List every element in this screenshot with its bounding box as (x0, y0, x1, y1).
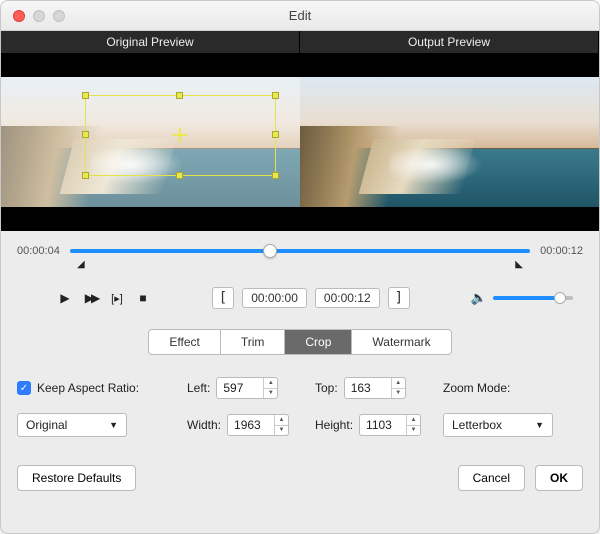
ok-button[interactable]: OK (535, 465, 583, 491)
crop-handle-tr[interactable] (272, 92, 279, 99)
height-input[interactable]: 1103 ▲▼ (359, 414, 421, 436)
chevron-down-icon: ▼ (109, 420, 118, 430)
in-time[interactable]: 00:00:00 (242, 288, 307, 308)
left-label: Left: (187, 381, 210, 395)
chevron-down-icon: ▼ (535, 420, 544, 430)
timeline-knob[interactable] (263, 244, 277, 258)
step-icon[interactable]: [▸] (109, 290, 125, 306)
original-preview[interactable] (1, 53, 300, 231)
titlebar: Edit (1, 1, 599, 31)
left-step-down-icon[interactable]: ▼ (264, 389, 277, 399)
stop-icon[interactable]: ■ (135, 290, 151, 306)
volume-slider[interactable] (493, 296, 573, 300)
top-value: 163 (345, 381, 391, 395)
range-end-marker-icon[interactable]: ◣ (515, 259, 523, 270)
width-value: 1963 (228, 418, 274, 432)
top-input[interactable]: 163 ▲▼ (344, 377, 406, 399)
window-title: Edit (1, 8, 599, 23)
zoom-mode-label: Zoom Mode: (443, 381, 583, 395)
crop-handle-t[interactable] (176, 92, 183, 99)
height-step-down-icon[interactable]: ▼ (407, 426, 420, 436)
crop-handle-tl[interactable] (82, 92, 89, 99)
width-input[interactable]: 1963 ▲▼ (227, 414, 289, 436)
timeline-scrubber[interactable] (70, 241, 530, 261)
fast-forward-icon[interactable]: ▶▶ (83, 290, 99, 306)
left-input[interactable]: 597 ▲▼ (216, 377, 278, 399)
top-label: Top: (315, 381, 338, 395)
cancel-button[interactable]: Cancel (458, 465, 525, 491)
crop-handle-br[interactable] (272, 172, 279, 179)
top-step-down-icon[interactable]: ▼ (392, 389, 405, 399)
tab-watermark[interactable]: Watermark (352, 330, 450, 354)
crop-rectangle[interactable] (85, 95, 276, 176)
width-label: Width: (187, 418, 221, 432)
original-preview-label: Original Preview (1, 31, 300, 53)
height-step-up-icon[interactable]: ▲ (407, 415, 420, 426)
play-icon[interactable]: ▶ (57, 290, 73, 306)
crop-handle-l[interactable] (82, 131, 89, 138)
output-preview-label: Output Preview (300, 31, 599, 53)
top-step-up-icon[interactable]: ▲ (392, 378, 405, 389)
keep-aspect-ratio-label: Keep Aspect Ratio: (37, 381, 139, 395)
crop-handle-bl[interactable] (82, 172, 89, 179)
crop-center-icon[interactable] (173, 128, 187, 142)
tab-crop[interactable]: Crop (285, 330, 352, 354)
height-label: Height: (315, 418, 353, 432)
aspect-ratio-value: Original (26, 418, 67, 432)
tab-strip: Effect Trim Crop Watermark (148, 329, 451, 355)
edit-window: Edit Original Preview (0, 0, 600, 534)
volume-knob[interactable] (554, 292, 566, 304)
crop-handle-r[interactable] (272, 131, 279, 138)
timeline-end-time: 00:00:12 (540, 245, 583, 257)
out-time[interactable]: 00:00:12 (315, 288, 380, 308)
tab-trim[interactable]: Trim (221, 330, 286, 354)
crop-handle-b[interactable] (176, 172, 183, 179)
zoom-mode-value: Letterbox (452, 418, 502, 432)
restore-defaults-button[interactable]: Restore Defaults (17, 465, 136, 491)
zoom-mode-select[interactable]: Letterbox ▼ (443, 413, 553, 437)
left-step-up-icon[interactable]: ▲ (264, 378, 277, 389)
output-preview (300, 53, 599, 231)
set-in-button[interactable]: [ (212, 287, 234, 309)
preview-area: Original Preview (1, 31, 599, 231)
left-value: 597 (217, 381, 263, 395)
aspect-ratio-select[interactable]: Original ▼ (17, 413, 127, 437)
tab-effect[interactable]: Effect (149, 330, 220, 354)
timeline-start-time: 00:00:04 (17, 245, 60, 257)
height-value: 1103 (360, 418, 406, 432)
keep-aspect-ratio-checkbox[interactable]: ✓ (17, 381, 31, 395)
volume-icon[interactable]: 🔈 (471, 290, 487, 306)
set-out-button[interactable]: ] (388, 287, 410, 309)
range-start-marker-icon[interactable]: ◢ (77, 259, 85, 270)
width-step-up-icon[interactable]: ▲ (275, 415, 288, 426)
width-step-down-icon[interactable]: ▼ (275, 426, 288, 436)
